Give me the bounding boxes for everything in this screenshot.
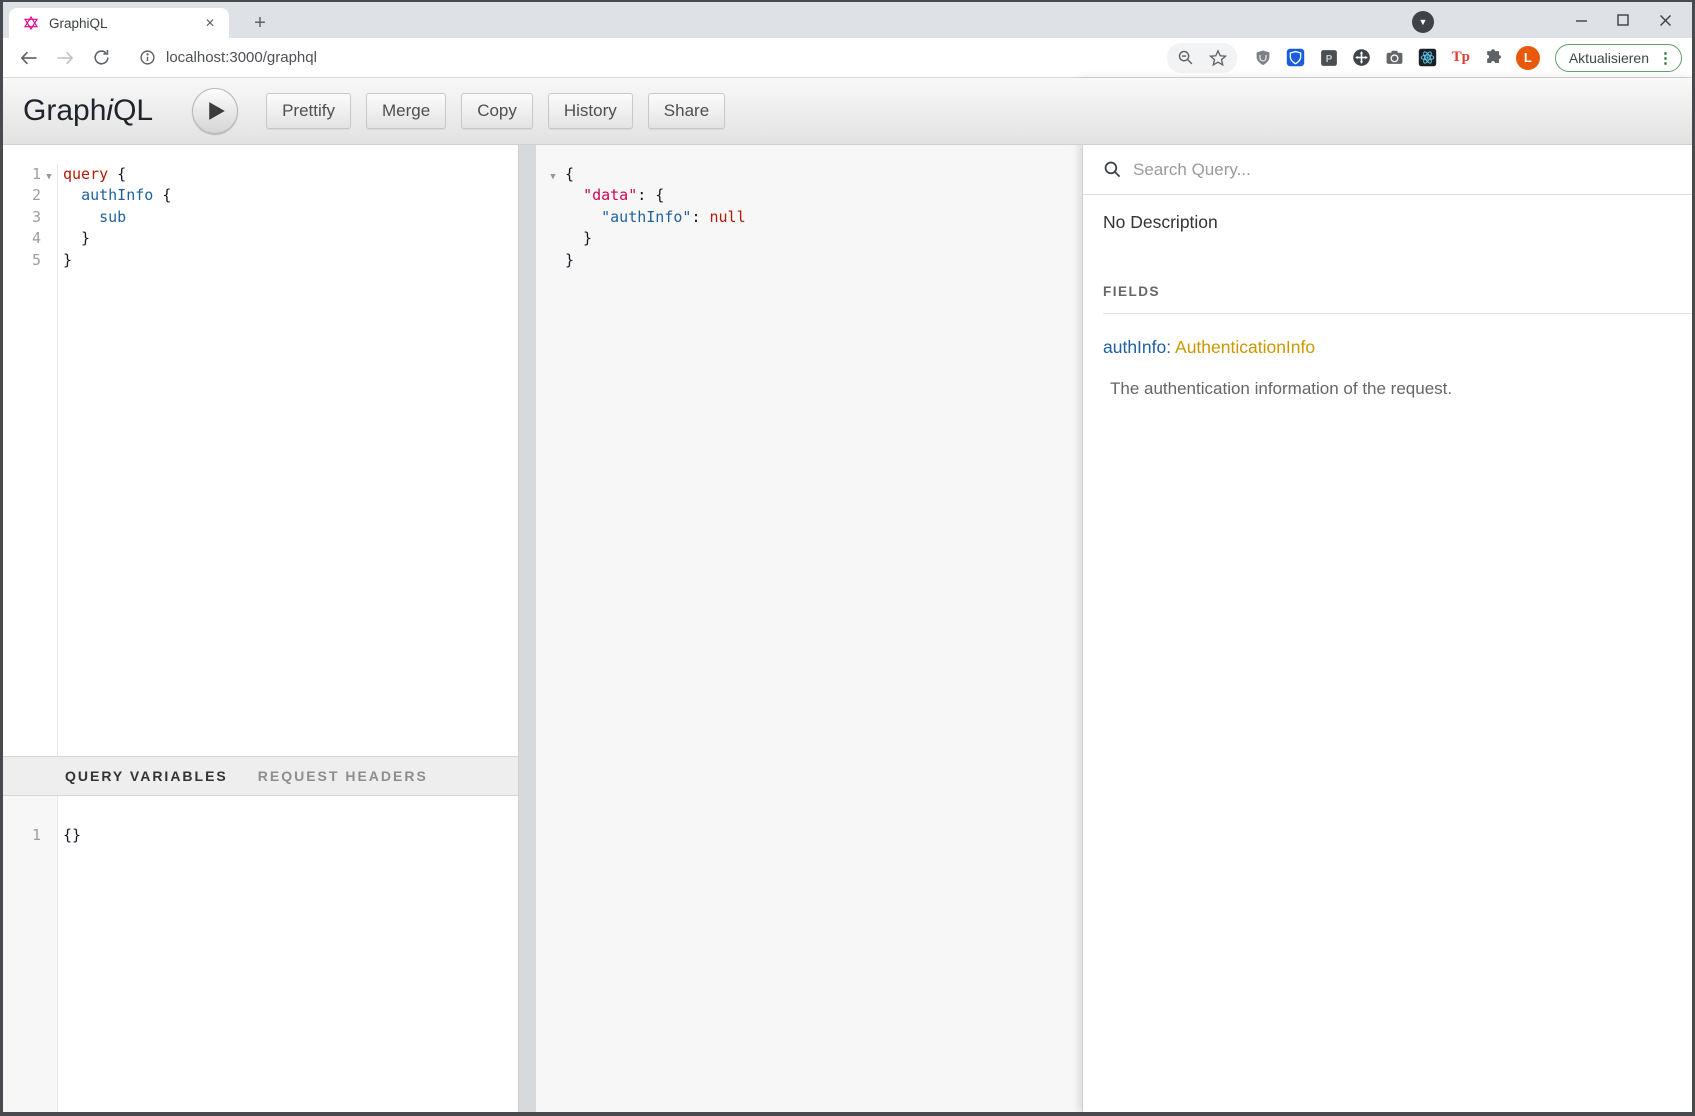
gutter-line: 5 — [3, 250, 57, 271]
doc-no-description: No Description — [1103, 212, 1672, 233]
query-editor[interactable]: 1▼2345 query { authInfo { sub }} — [3, 145, 518, 756]
gutter-line — [536, 228, 560, 249]
gutter-line — [536, 185, 560, 206]
code-line: } — [63, 228, 518, 249]
tp-icon[interactable]: Tp — [1450, 47, 1472, 69]
browser-window: GraphiQL ✕ + ▼ — [0, 0, 1695, 1116]
code-line: } — [565, 250, 1082, 271]
doc-field-row: authInfo: AuthenticationInfo — [1103, 337, 1672, 358]
code-line: authInfo { — [63, 185, 518, 206]
doc-field-type-link[interactable]: AuthenticationInfo — [1175, 337, 1315, 357]
update-extensions-button[interactable]: Aktualisieren ⋮ — [1555, 44, 1682, 72]
doc-divider — [1103, 313, 1692, 314]
browser-tab[interactable]: GraphiQL ✕ — [9, 8, 229, 38]
address-bar[interactable]: localhost:3000/graphql — [139, 49, 1167, 66]
tab-close-icon[interactable]: ✕ — [201, 14, 219, 32]
variables-editor[interactable]: 1 {} — [3, 796, 518, 1112]
result-fold-gutter: ▼ — [536, 164, 560, 1112]
variables-tab-bar: QUERY VARIABLES REQUEST HEADERS — [3, 756, 518, 796]
tab-title: GraphiQL — [49, 16, 201, 31]
update-button-label: Aktualisieren — [1569, 50, 1649, 66]
camera-icon[interactable] — [1384, 47, 1406, 69]
doc-search-row — [1083, 145, 1692, 195]
browser-tab-bar: GraphiQL ✕ + ▼ — [3, 2, 1692, 38]
code-line: } — [63, 250, 518, 271]
zoom-icon[interactable] — [1175, 47, 1197, 69]
code-line: "authInfo": null — [565, 207, 1082, 228]
back-icon[interactable] — [15, 44, 43, 72]
code-line: "data": { — [565, 185, 1082, 206]
history-button[interactable]: History — [548, 93, 633, 129]
doc-body: No Description FIELDS authInfo: Authenti… — [1083, 195, 1692, 399]
doc-field-name-link[interactable]: authInfo — [1103, 337, 1166, 357]
graphiql-logo: GraphiQL — [23, 94, 153, 128]
svg-text:P: P — [1326, 53, 1333, 64]
puzzle-extensions-icon[interactable] — [1483, 47, 1505, 69]
chevron-badge-icon[interactable]: ▼ — [1412, 11, 1434, 33]
query-column: 1▼2345 query { authInfo { sub }} QUERY V… — [3, 145, 518, 1112]
toolbar-right-cluster: P Tp L Aktualisieren ⋮ — [1167, 43, 1682, 73]
tab-request-headers[interactable]: REQUEST HEADERS — [258, 768, 428, 784]
graphiql-main: 1▼2345 query { authInfo { sub }} QUERY V… — [3, 145, 1692, 1112]
doc-explorer-panel: Schema Query ✕ No Description FIELDS — [1082, 78, 1692, 1112]
forward-icon[interactable] — [51, 44, 79, 72]
profile-avatar[interactable]: L — [1516, 46, 1540, 70]
bookmark-star-icon[interactable] — [1207, 47, 1229, 69]
window-close-button[interactable] — [1644, 5, 1686, 35]
share-button[interactable]: Share — [648, 93, 725, 129]
maximize-button[interactable] — [1602, 5, 1644, 35]
code-line: } — [565, 228, 1082, 249]
code-line: { — [565, 164, 1082, 185]
merge-button[interactable]: Merge — [366, 93, 446, 129]
graphiql-app: GraphiQL Prettify Merge Copy History Sha… — [3, 78, 1692, 1112]
variables-editor-code[interactable]: {} — [58, 825, 518, 1112]
browser-toolbar: localhost:3000/graphql P — [3, 38, 1692, 78]
zoom-star-chip — [1167, 43, 1237, 73]
kebab-menu-icon[interactable]: ⋮ — [1658, 49, 1673, 67]
code-line: sub — [63, 207, 518, 228]
result-code: { "data": { "authInfo": null }} — [560, 164, 1082, 1112]
result-pane: ▼ { "data": { "authInfo": null }} — [536, 145, 1082, 1112]
query-editor-code[interactable]: query { authInfo { sub }} — [58, 164, 518, 756]
ublock-shield-icon[interactable] — [1252, 47, 1274, 69]
gutter-line[interactable]: 1▼ — [3, 164, 57, 185]
copy-button[interactable]: Copy — [461, 93, 533, 129]
reload-icon[interactable] — [87, 44, 115, 72]
move-crosshair-icon[interactable] — [1351, 47, 1373, 69]
doc-field-description: The authentication information of the re… — [1103, 379, 1672, 399]
graphiql-topbar: GraphiQL Prettify Merge Copy History Sha… — [3, 78, 1692, 145]
search-icon — [1103, 160, 1122, 179]
url-text[interactable]: localhost:3000/graphql — [166, 49, 317, 66]
page-info-icon[interactable] — [139, 49, 156, 66]
gutter-line: 3 — [3, 207, 57, 228]
code-line: {} — [63, 825, 518, 846]
doc-search-input[interactable] — [1131, 159, 1471, 181]
gutter-line — [536, 250, 560, 271]
execute-button[interactable] — [192, 88, 238, 134]
prettify-button[interactable]: Prettify — [266, 93, 351, 129]
pane-divider[interactable] — [518, 145, 536, 1112]
tab-query-variables[interactable]: QUERY VARIABLES — [65, 768, 228, 784]
code-line: query { — [63, 164, 518, 185]
gutter-line: 4 — [3, 228, 57, 249]
gutter-line — [536, 207, 560, 228]
gutter-line: 1 — [3, 825, 57, 846]
minimize-button[interactable] — [1560, 5, 1602, 35]
window-controls — [1560, 2, 1686, 38]
graphql-favicon-icon — [23, 15, 39, 31]
query-editor-gutter: 1▼2345 — [3, 164, 58, 756]
new-tab-button[interactable]: + — [247, 10, 273, 36]
bitwarden-shield-icon[interactable] — [1285, 47, 1307, 69]
gutter-line[interactable]: ▼ — [536, 164, 560, 185]
variables-editor-gutter: 1 — [3, 796, 58, 1112]
gutter-line: 2 — [3, 185, 57, 206]
react-devtools-icon[interactable] — [1417, 47, 1439, 69]
doc-fields-label: FIELDS — [1103, 284, 1672, 299]
p-box-icon[interactable]: P — [1318, 47, 1340, 69]
